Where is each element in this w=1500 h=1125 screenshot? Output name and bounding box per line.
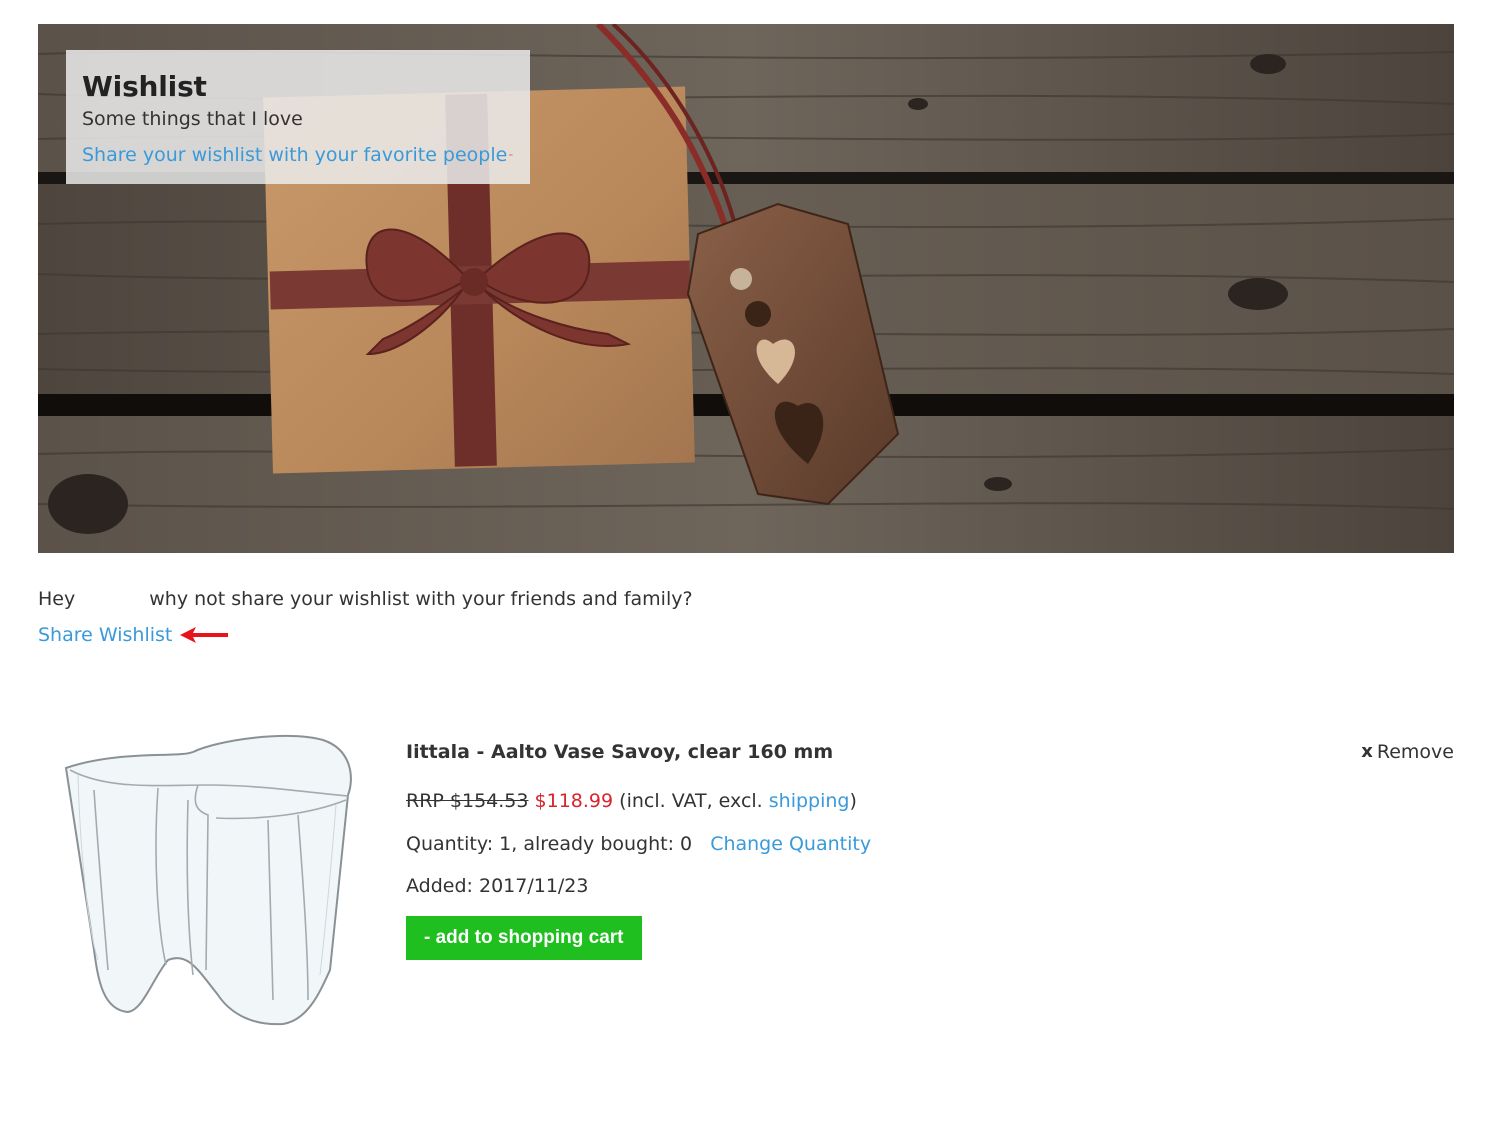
change-quantity-link[interactable]: Change Quantity <box>710 833 871 855</box>
added-date: Added: 2017/11/23 <box>406 875 589 897</box>
rrp-price: RRP $154.53 <box>406 790 529 812</box>
share-intro-hey: Hey <box>38 588 76 610</box>
sale-price: $118.99 <box>534 790 614 812</box>
share-favorite-people-link[interactable]: Share your wishlist with your favorite p… <box>82 142 507 168</box>
product-image-vase[interactable] <box>58 730 358 1030</box>
hero-caption-panel: Wishlist Some things that I love Share y… <box>66 50 530 184</box>
remove-button[interactable]: x Remove <box>1361 738 1454 766</box>
share-wishlist-link[interactable]: Share Wishlist <box>38 622 172 648</box>
page-title: Wishlist <box>82 70 207 103</box>
red-arrow-icon <box>509 154 514 156</box>
vat-note-close: ) <box>849 790 857 812</box>
quantity-row: Quantity: 1, already bought: 0 Change Qu… <box>406 831 1454 857</box>
quantity-text: Quantity: 1, already bought: 0 <box>406 833 693 855</box>
remove-label: Remove <box>1376 741 1454 763</box>
hero-banner: Wishlist Some things that I love Share y… <box>38 24 1454 553</box>
share-intro-rest: why not share your wishlist with your fr… <box>149 588 693 610</box>
page-subtitle: Some things that I love <box>82 108 303 130</box>
price-row: RRP $154.53 $118.99 (incl. VAT, excl. sh… <box>406 788 1454 814</box>
vase-illustration <box>64 734 352 1026</box>
share-intro-text: Hey why not share your wishlist with your… <box>38 586 693 612</box>
vat-note: (incl. VAT, excl. <box>619 790 763 812</box>
product-title[interactable]: Iittala - Aalto Vase Savoy, clear 160 mm <box>406 738 1454 766</box>
close-icon: x <box>1361 741 1373 762</box>
product-details: Iittala - Aalto Vase Savoy, clear 160 mm… <box>406 738 1454 960</box>
add-to-cart-button[interactable]: - add to shopping cart <box>406 916 642 960</box>
red-arrow-icon <box>180 627 229 643</box>
shipping-link[interactable]: shipping <box>769 790 850 812</box>
